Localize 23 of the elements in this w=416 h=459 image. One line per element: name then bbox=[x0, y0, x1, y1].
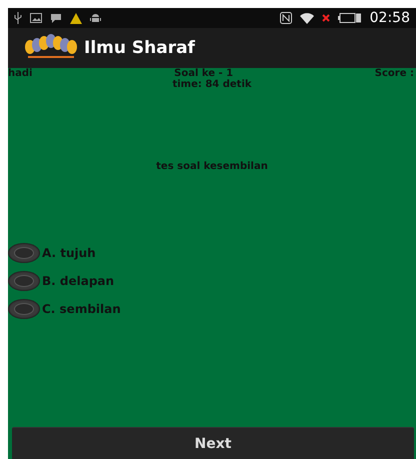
chat-icon bbox=[50, 13, 62, 23]
battery-icon bbox=[338, 13, 362, 23]
timer-label: time: 84 detik bbox=[172, 79, 252, 90]
radio-button[interactable] bbox=[8, 299, 40, 319]
android-icon bbox=[90, 12, 101, 24]
nfc-icon bbox=[280, 12, 292, 24]
radio-button[interactable] bbox=[8, 271, 40, 291]
question-number: Soal ke - 1 bbox=[174, 68, 234, 79]
app-title: Ilmu Sharaf bbox=[84, 38, 195, 58]
no-signal-icon bbox=[322, 14, 330, 22]
answer-option[interactable]: B. delapan bbox=[8, 271, 416, 291]
answer-option[interactable]: C. sembilan bbox=[8, 299, 416, 319]
clock-time: 02:58 bbox=[370, 10, 410, 26]
answer-option[interactable]: A. tujuh bbox=[8, 243, 416, 263]
usb-icon bbox=[14, 12, 22, 24]
next-button[interactable]: Next bbox=[12, 427, 414, 459]
score-label: Score : bbox=[374, 68, 414, 79]
warning-icon bbox=[70, 12, 82, 24]
image-icon bbox=[30, 13, 42, 23]
user-name: hadi bbox=[8, 68, 32, 79]
wifi-icon bbox=[300, 12, 314, 24]
question-text: tes soal kesembilan bbox=[156, 161, 268, 172]
radio-button[interactable] bbox=[8, 243, 40, 263]
